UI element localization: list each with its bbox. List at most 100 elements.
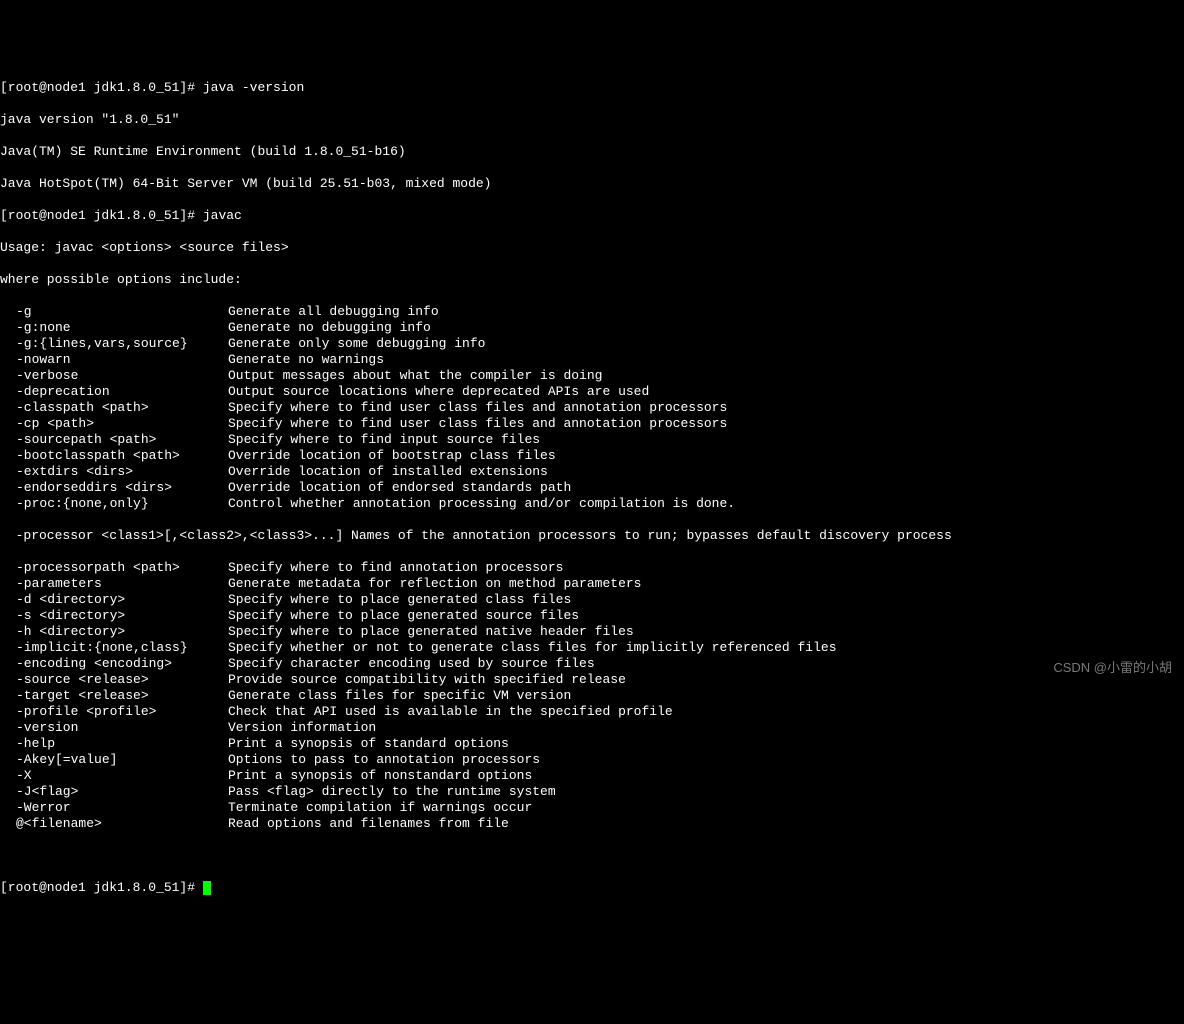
- option-row: -implicit:{none,class}Specify whether or…: [0, 640, 1184, 656]
- option-description: Generate no warnings: [228, 352, 1184, 368]
- option-description: Generate all debugging info: [228, 304, 1184, 320]
- option-flag: -proc:{none,only}: [0, 496, 228, 512]
- option-row: -parametersGenerate metadata for reflect…: [0, 576, 1184, 592]
- option-flag: -profile <profile>: [0, 704, 228, 720]
- option-description: Generate no debugging info: [228, 320, 1184, 336]
- options-block-1: -gGenerate all debugging info-g:noneGene…: [0, 304, 1184, 512]
- option-description: Provide source compatibility with specif…: [228, 672, 1184, 688]
- option-flag: -implicit:{none,class}: [0, 640, 228, 656]
- command-text: javac: [203, 208, 242, 223]
- option-description: Terminate compilation if warnings occur: [228, 800, 1184, 816]
- option-description: Pass <flag> directly to the runtime syst…: [228, 784, 1184, 800]
- option-description: Specify where to find user class files a…: [228, 400, 1184, 416]
- option-row: -g:{lines,vars,source}Generate only some…: [0, 336, 1184, 352]
- option-description: Print a synopsis of standard options: [228, 736, 1184, 752]
- option-flag: -g: [0, 304, 228, 320]
- shell-prompt: [root@node1 jdk1.8.0_51]#: [0, 880, 203, 895]
- option-flag: -encoding <encoding>: [0, 656, 228, 672]
- option-flag: -cp <path>: [0, 416, 228, 432]
- option-flag: -J<flag>: [0, 784, 228, 800]
- option-row: -h <directory>Specify where to place gen…: [0, 624, 1184, 640]
- option-flag: -extdirs <dirs>: [0, 464, 228, 480]
- option-row: -processorpath <path>Specify where to fi…: [0, 560, 1184, 576]
- option-row: -gGenerate all debugging info: [0, 304, 1184, 320]
- option-flag: -classpath <path>: [0, 400, 228, 416]
- processor-line: -processor <class1>[,<class2>,<class3>..…: [0, 528, 1184, 544]
- option-row: @<filename>Read options and filenames fr…: [0, 816, 1184, 832]
- option-row: -XPrint a synopsis of nonstandard option…: [0, 768, 1184, 784]
- option-row: -sourcepath <path>Specify where to find …: [0, 432, 1184, 448]
- option-description: Specify where to place generated source …: [228, 608, 1184, 624]
- prompt-line-1[interactable]: [root@node1 jdk1.8.0_51]# java -version: [0, 80, 1184, 96]
- watermark-text: CSDN @小雷的小胡: [1053, 660, 1172, 676]
- option-flag: -help: [0, 736, 228, 752]
- output-hotspot: Java HotSpot(TM) 64-Bit Server VM (build…: [0, 176, 1184, 192]
- option-row: -profile <profile>Check that API used is…: [0, 704, 1184, 720]
- usage-line: Usage: javac <options> <source files>: [0, 240, 1184, 256]
- option-description: Override location of bootstrap class fil…: [228, 448, 1184, 464]
- option-description: Specify where to find input source files: [228, 432, 1184, 448]
- option-row: -WerrorTerminate compilation if warnings…: [0, 800, 1184, 816]
- option-row: -proc:{none,only}Control whether annotat…: [0, 496, 1184, 512]
- option-description: Version information: [228, 720, 1184, 736]
- option-flag: -s <directory>: [0, 608, 228, 624]
- option-description: Specify whether or not to generate class…: [228, 640, 1184, 656]
- output-jre: Java(TM) SE Runtime Environment (build 1…: [0, 144, 1184, 160]
- option-flag: -verbose: [0, 368, 228, 384]
- option-description: Override location of endorsed standards …: [228, 480, 1184, 496]
- option-flag: -deprecation: [0, 384, 228, 400]
- blank-line: [0, 848, 1184, 864]
- prompt-line-2[interactable]: [root@node1 jdk1.8.0_51]# javac: [0, 208, 1184, 224]
- option-row: -target <release>Generate class files fo…: [0, 688, 1184, 704]
- option-flag: @<filename>: [0, 816, 228, 832]
- option-flag: -Werror: [0, 800, 228, 816]
- option-row: -versionVersion information: [0, 720, 1184, 736]
- option-row: -helpPrint a synopsis of standard option…: [0, 736, 1184, 752]
- option-description: Specify where to find annotation process…: [228, 560, 1184, 576]
- option-description: Generate metadata for reflection on meth…: [228, 576, 1184, 592]
- option-row: -deprecationOutput source locations wher…: [0, 384, 1184, 400]
- option-flag: -g:none: [0, 320, 228, 336]
- cursor-block[interactable]: [203, 881, 211, 895]
- option-description: Generate class files for specific VM ver…: [228, 688, 1184, 704]
- option-row: -endorseddirs <dirs>Override location of…: [0, 480, 1184, 496]
- option-row: -extdirs <dirs>Override location of inst…: [0, 464, 1184, 480]
- option-row: -nowarnGenerate no warnings: [0, 352, 1184, 368]
- option-row: -source <release>Provide source compatib…: [0, 672, 1184, 688]
- terminal-output: [root@node1 jdk1.8.0_51]# java -version …: [0, 64, 1184, 912]
- shell-prompt: [root@node1 jdk1.8.0_51]#: [0, 208, 203, 223]
- option-flag: -sourcepath <path>: [0, 432, 228, 448]
- option-description: Specify where to find user class files a…: [228, 416, 1184, 432]
- option-row: -s <directory>Specify where to place gen…: [0, 608, 1184, 624]
- option-row: -Akey[=value]Options to pass to annotati…: [0, 752, 1184, 768]
- option-description: Output source locations where deprecated…: [228, 384, 1184, 400]
- option-description: Specify where to place generated class f…: [228, 592, 1184, 608]
- option-description: Generate only some debugging info: [228, 336, 1184, 352]
- option-flag: -bootclasspath <path>: [0, 448, 228, 464]
- option-description: Check that API used is available in the …: [228, 704, 1184, 720]
- option-flag: -parameters: [0, 576, 228, 592]
- option-description: Control whether annotation processing an…: [228, 496, 1184, 512]
- option-description: Override location of installed extension…: [228, 464, 1184, 480]
- option-flag: -d <directory>: [0, 592, 228, 608]
- option-flag: -h <directory>: [0, 624, 228, 640]
- option-flag: -nowarn: [0, 352, 228, 368]
- option-description: Read options and filenames from file: [228, 816, 1184, 832]
- option-row: -d <directory>Specify where to place gen…: [0, 592, 1184, 608]
- option-flag: -target <release>: [0, 688, 228, 704]
- option-description: Print a synopsis of nonstandard options: [228, 768, 1184, 784]
- command-text: java -version: [203, 80, 304, 95]
- option-flag: -endorseddirs <dirs>: [0, 480, 228, 496]
- option-row: -cp <path>Specify where to find user cla…: [0, 416, 1184, 432]
- prompt-line-3[interactable]: [root@node1 jdk1.8.0_51]#: [0, 880, 1184, 896]
- shell-prompt: [root@node1 jdk1.8.0_51]#: [0, 80, 203, 95]
- option-flag: -Akey[=value]: [0, 752, 228, 768]
- option-description: Specify where to place generated native …: [228, 624, 1184, 640]
- option-description: Options to pass to annotation processors: [228, 752, 1184, 768]
- option-row: -g:noneGenerate no debugging info: [0, 320, 1184, 336]
- option-row: -verboseOutput messages about what the c…: [0, 368, 1184, 384]
- option-row: -J<flag>Pass <flag> directly to the runt…: [0, 784, 1184, 800]
- option-flag: -g:{lines,vars,source}: [0, 336, 228, 352]
- option-description: Output messages about what the compiler …: [228, 368, 1184, 384]
- options-block-2: -processorpath <path>Specify where to fi…: [0, 560, 1184, 832]
